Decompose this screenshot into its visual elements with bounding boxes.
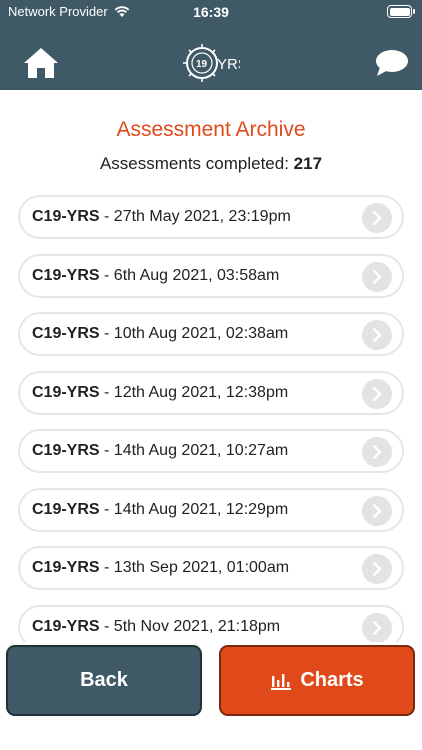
c19-yrs-logo: 19 YRS <box>183 44 240 82</box>
chat-bubble-icon[interactable] <box>374 48 410 78</box>
assessment-row[interactable]: C19-YRS - 12th Aug 2021, 12:38pm <box>18 370 404 415</box>
assessment-date: - 14th Aug 2021, 10:27am <box>99 442 289 459</box>
assessment-row-label: C19-YRS - 5th Nov 2021, 21:18pm <box>32 607 280 643</box>
assessment-row-label: C19-YRS - 27th May 2021, 23:19pm <box>32 197 291 237</box>
chevron-right-icon[interactable] <box>362 495 392 526</box>
assessment-row-label: C19-YRS - 13th Sep 2021, 01:00am <box>32 548 289 588</box>
assessment-code: C19-YRS <box>32 442 100 459</box>
chevron-right-icon[interactable] <box>362 320 392 350</box>
count-value: 217 <box>293 154 323 173</box>
assessments-count: Assessments completed: 217 <box>0 154 422 174</box>
assessment-date: - 27th May 2021, 23:19pm <box>99 208 291 225</box>
assessment-date: - 14th Aug 2021, 12:29pm <box>99 500 289 518</box>
svg-text:19: 19 <box>196 59 208 70</box>
assessment-code: C19-YRS <box>32 266 100 284</box>
chevron-right-icon[interactable] <box>362 378 392 409</box>
bar-chart-icon <box>271 673 292 690</box>
chevron-right-icon[interactable] <box>362 261 392 292</box>
assessment-row-label: C19-YRS - 10th Aug 2021, 02:38am <box>32 314 288 354</box>
assessment-row[interactable]: C19-YRS - 10th Aug 2021, 02:38am <box>18 312 404 356</box>
assessment-date: - 12th Aug 2021, 12:38pm <box>99 383 289 401</box>
assessment-row-label: C19-YRS - 14th Aug 2021, 10:27am <box>32 431 288 471</box>
assessment-list[interactable]: C19-YRS - 27th May 2021, 23:19pm C19-YRS … <box>18 195 404 642</box>
assessment-row-label: C19-YRS - 12th Aug 2021, 12:38pm <box>32 373 288 413</box>
svg-text:YRS: YRS <box>217 56 240 73</box>
assessment-code: C19-YRS <box>32 383 100 401</box>
assessment-code: C19-YRS <box>32 208 100 225</box>
count-label: Assessments completed: <box>99 154 289 173</box>
back-button[interactable]: Back <box>6 645 202 716</box>
assessment-date: - 13th Sep 2021, 01:00am <box>99 559 290 576</box>
home-icon[interactable] <box>22 46 60 80</box>
assessment-date: - 6th Aug 2021, 03:58am <box>99 266 280 284</box>
app-header: Network Provider 16:39 19 YRS <box>0 0 422 90</box>
back-button-label: Back <box>80 669 128 691</box>
charts-button-label: Charts <box>300 669 364 691</box>
chevron-right-icon[interactable] <box>362 437 392 467</box>
chevron-right-icon[interactable] <box>362 612 392 642</box>
assessment-code: C19-YRS <box>32 617 100 635</box>
assessment-row[interactable]: C19-YRS - 27th May 2021, 23:19pm <box>18 195 404 239</box>
status-time: 16:39 <box>193 4 229 20</box>
assessment-row[interactable]: C19-YRS - 13th Sep 2021, 01:00am <box>18 546 404 590</box>
status-bar: Network Provider 16:39 <box>0 0 422 24</box>
chevron-right-icon[interactable] <box>362 203 392 233</box>
assessment-row[interactable]: C19-YRS - 14th Aug 2021, 10:27am <box>18 429 404 473</box>
assessment-row-label: C19-YRS - 6th Aug 2021, 03:58am <box>32 256 279 296</box>
assessment-code: C19-YRS <box>32 559 100 576</box>
battery-icon <box>387 5 415 18</box>
assessment-row[interactable]: C19-YRS - 6th Aug 2021, 03:58am <box>18 253 404 298</box>
assessment-date: - 10th Aug 2021, 02:38am <box>99 325 289 342</box>
chevron-right-icon[interactable] <box>362 554 392 584</box>
assessment-code: C19-YRS <box>32 500 100 518</box>
assessment-row-label: C19-YRS - 14th Aug 2021, 12:29pm <box>32 490 288 530</box>
assessment-code: C19-YRS <box>32 325 100 342</box>
assessment-row[interactable]: C19-YRS - 14th Aug 2021, 12:29pm <box>18 487 404 532</box>
charts-button[interactable]: Charts <box>219 645 415 716</box>
assessment-date: - 5th Nov 2021, 21:18pm <box>99 617 281 635</box>
assessment-row[interactable]: C19-YRS - 5th Nov 2021, 21:18pm <box>18 604 404 643</box>
page-title: Assessment Archive <box>116 118 306 141</box>
